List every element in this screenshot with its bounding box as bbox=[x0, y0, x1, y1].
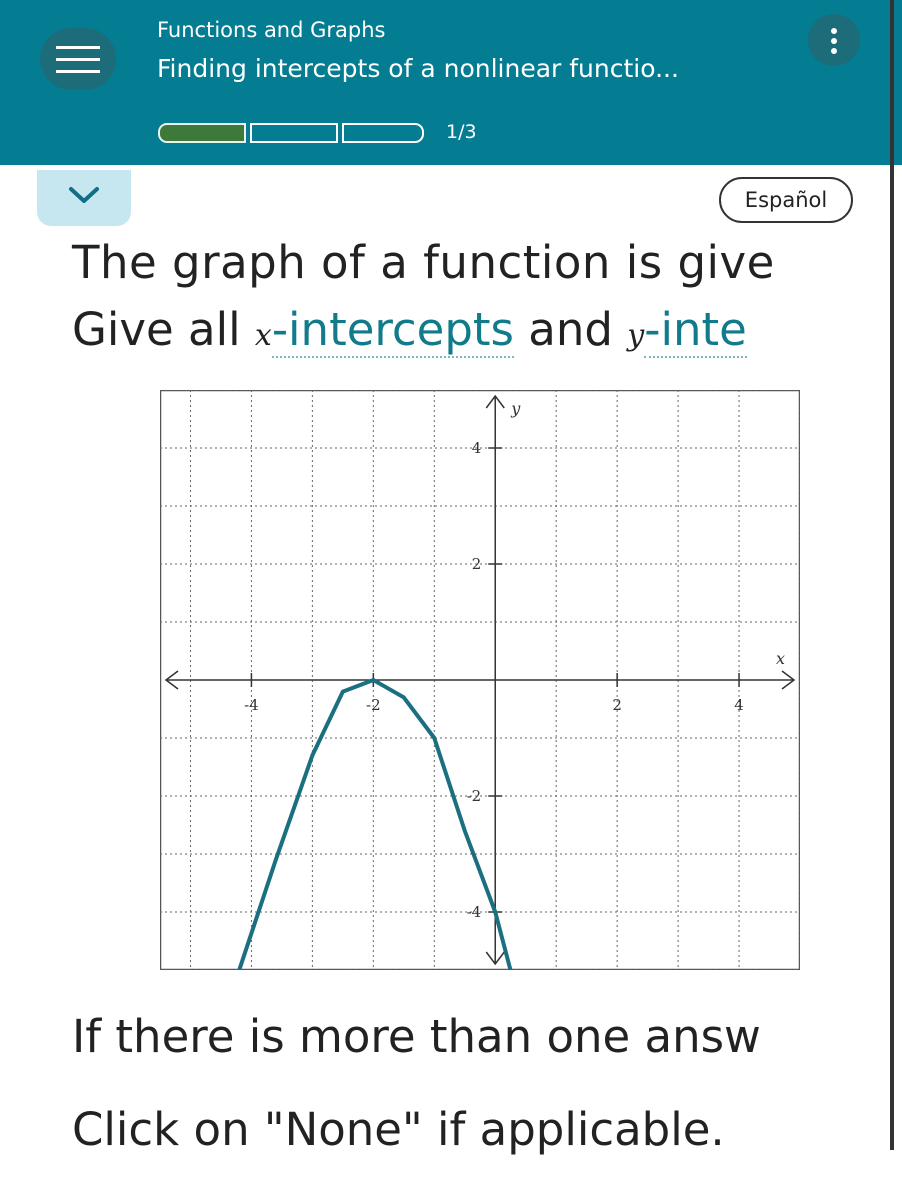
question-text: Give all bbox=[72, 303, 255, 356]
progress-bar bbox=[158, 123, 438, 143]
topic-title: Functions and Graphs bbox=[157, 18, 386, 42]
y-variable: y bbox=[627, 318, 645, 353]
question-line-2: Give all x-intercepts and y-inte bbox=[72, 303, 747, 358]
instruction-line-1: If there is more than one answ bbox=[72, 1010, 761, 1063]
more-options-button[interactable] bbox=[808, 14, 860, 66]
function-graph: -4 -2 2 4 4 2 -2 -4 x y bbox=[160, 390, 800, 970]
progress-segment bbox=[342, 123, 424, 143]
instruction-line-2: Click on "None" if applicable. bbox=[72, 1103, 725, 1156]
y-tick-label: -4 bbox=[467, 903, 482, 921]
x-tick-label: 4 bbox=[734, 696, 744, 714]
and-text: and bbox=[514, 303, 628, 356]
menu-button[interactable] bbox=[40, 28, 116, 90]
y-tick-label: 4 bbox=[472, 439, 482, 457]
x-intercepts-link[interactable]: -intercepts bbox=[271, 303, 514, 358]
language-toggle-button[interactable]: Español bbox=[719, 177, 853, 223]
x-tick-label: 2 bbox=[612, 696, 622, 714]
progress-text: 1/3 bbox=[446, 121, 477, 143]
x-variable: x bbox=[254, 318, 272, 353]
question-clip: The graph of a function is give Give all… bbox=[0, 230, 890, 390]
lesson-title: Finding intercepts of a nonlinear functi… bbox=[157, 54, 679, 83]
y-axis-label: y bbox=[510, 399, 521, 418]
chevron-down-icon bbox=[69, 187, 99, 203]
x-tick-label: -4 bbox=[244, 696, 259, 714]
top-bar: Functions and Graphs Finding intercepts … bbox=[0, 0, 902, 165]
y-tick-label: 2 bbox=[472, 555, 482, 573]
instruction-clip: If there is more than one answ bbox=[0, 1000, 890, 1080]
language-label: Español bbox=[744, 188, 828, 212]
y-intercepts-link[interactable]: -inte bbox=[644, 303, 747, 358]
progress-segment-filled bbox=[158, 123, 246, 143]
question-line-1: The graph of a function is give bbox=[72, 236, 775, 289]
progress-segment bbox=[250, 123, 338, 143]
scrollbar[interactable] bbox=[890, 0, 894, 1150]
collapse-button[interactable] bbox=[37, 170, 131, 226]
x-axis-label: x bbox=[776, 649, 785, 668]
y-tick-label: -2 bbox=[467, 787, 482, 805]
x-tick-label: -2 bbox=[366, 696, 381, 714]
